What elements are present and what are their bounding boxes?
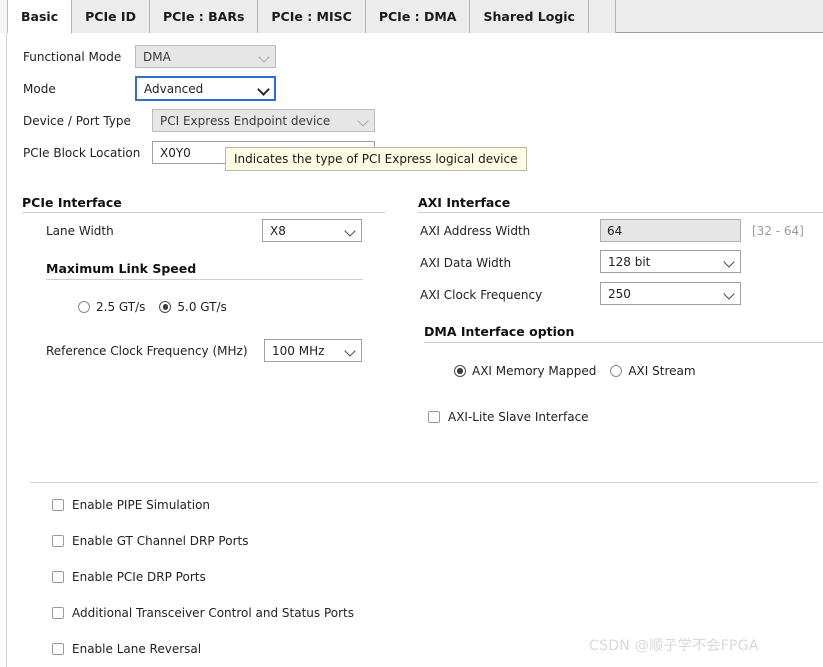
dma-interface-option-title: DMA Interface option (424, 324, 575, 339)
dma-interface-radio-group: AXI Memory Mapped AXI Stream (454, 364, 710, 378)
mode-label: Mode (23, 82, 56, 96)
radio-indicator (454, 365, 466, 377)
chevron-down-icon (258, 50, 271, 63)
checkbox-label: Additional Transceiver Control and Statu… (72, 606, 354, 620)
pcie-interface-title: PCIe Interface (22, 195, 122, 210)
tab-pcie-misc[interactable]: PCIe : MISC (258, 0, 366, 33)
reference-clock-frequency-label: Reference Clock Frequency (MHz) (46, 344, 248, 358)
axi-interface-rule (418, 212, 823, 213)
tab-label: PCIe ID (85, 9, 136, 24)
checkbox-enable-pcie-drp-ports[interactable]: Enable PCIe DRP Ports (52, 570, 206, 584)
tab-bar: Basic PCIe ID PCIe : BARs PCIe : MISC PC… (0, 0, 823, 34)
axi-data-width-dropdown[interactable]: 128 bit (600, 250, 741, 273)
axi-clock-frequency-dropdown[interactable]: 250 (600, 282, 741, 305)
checkbox-indicator (52, 607, 64, 619)
tab-basic[interactable]: Basic (8, 0, 73, 34)
device-port-type-value: PCI Express Endpoint device (160, 113, 331, 128)
reference-clock-frequency-dropdown[interactable]: 100 MHz (264, 339, 362, 362)
radio-axi-memory-mapped[interactable]: AXI Memory Mapped (454, 364, 596, 378)
tab-pcie-bars[interactable]: PCIe : BARs (149, 0, 259, 33)
radio-label: AXI Stream (628, 364, 696, 378)
checkbox-axi-lite-slave-interface[interactable]: AXI-Lite Slave Interface (428, 410, 589, 424)
functional-mode-label: Functional Mode (23, 50, 122, 64)
tab-shared-logic[interactable]: Shared Logic (470, 0, 589, 33)
tab-endcap (588, 0, 616, 33)
radio-link-speed-2-5[interactable]: 2.5 GT/s (78, 300, 145, 314)
functional-mode-dropdown[interactable]: DMA (135, 45, 276, 68)
checkbox-indicator (52, 571, 64, 583)
pcie-block-location-label: PCIe Block Location (23, 146, 141, 160)
tab-label: Shared Logic (483, 9, 575, 24)
radio-link-speed-5-0[interactable]: 5.0 GT/s (159, 300, 227, 314)
reference-clock-frequency-value: 100 MHz (272, 343, 325, 358)
dma-interface-option-rule (424, 342, 823, 343)
axi-address-width-range-hint: [32 - 64] (752, 224, 804, 238)
checkbox-label: AXI-Lite Slave Interface (448, 410, 589, 424)
window-left-edge (0, 33, 7, 667)
tab-label: Basic (21, 9, 59, 24)
mode-value: Advanced (144, 81, 204, 96)
checkbox-enable-gt-channel-drp-ports[interactable]: Enable GT Channel DRP Ports (52, 534, 248, 548)
chevron-down-icon (344, 344, 357, 357)
checkbox-enable-lane-reversal[interactable]: Enable Lane Reversal (52, 642, 201, 656)
max-link-speed-radio-group: 2.5 GT/s 5.0 GT/s (78, 300, 241, 314)
pcie-interface-rule (22, 212, 385, 213)
chevron-down-icon (723, 255, 736, 268)
radio-label: AXI Memory Mapped (472, 364, 597, 378)
axi-address-width-input[interactable]: 64 (600, 219, 741, 242)
chevron-down-icon (723, 287, 736, 300)
checkbox-indicator (52, 535, 64, 547)
functional-mode-value: DMA (143, 49, 171, 64)
chevron-down-icon (257, 82, 270, 95)
mode-dropdown[interactable]: Advanced (135, 76, 276, 101)
tab-label: PCIe : DMA (378, 9, 457, 24)
tab-label: PCIe : BARs (162, 9, 245, 24)
radio-label: 5.0 GT/s (177, 300, 227, 314)
tab-list: Basic PCIe ID PCIe : BARs PCIe : MISC PC… (8, 0, 616, 34)
tab-label: PCIe : MISC (271, 9, 352, 24)
checkbox-indicator (52, 643, 64, 655)
radio-indicator (159, 301, 172, 313)
tooltip: Indicates the type of PCI Express logica… (225, 147, 527, 171)
tab-pcie-dma[interactable]: PCIe : DMA (365, 0, 471, 33)
axi-data-width-value: 128 bit (608, 254, 651, 269)
axi-interface-title: AXI Interface (418, 195, 511, 210)
axi-address-width-value: 64 (607, 223, 623, 238)
radio-axi-stream[interactable]: AXI Stream (610, 364, 696, 378)
checkbox-enable-pipe-simulation[interactable]: Enable PIPE Simulation (52, 498, 210, 512)
chevron-down-icon (357, 114, 370, 127)
bottom-section-divider (30, 482, 818, 483)
radio-label: 2.5 GT/s (96, 300, 146, 314)
lane-width-value: X8 (270, 223, 286, 238)
watermark: CSDN @顺子学不会FPGA (589, 638, 759, 654)
checkbox-label: Enable PIPE Simulation (72, 498, 211, 512)
axi-clock-frequency-label: AXI Clock Frequency (420, 288, 543, 302)
tab-pcie-id[interactable]: PCIe ID (72, 0, 150, 33)
checkbox-label: Enable GT Channel DRP Ports (72, 534, 249, 548)
checkbox-indicator (52, 499, 64, 511)
maximum-link-speed-title: Maximum Link Speed (46, 261, 197, 276)
checkbox-indicator (428, 411, 440, 423)
device-port-type-label: Device / Port Type (23, 114, 131, 128)
axi-clock-frequency-value: 250 (608, 286, 631, 301)
lane-width-label: Lane Width (46, 224, 114, 238)
checkbox-label: Enable Lane Reversal (72, 642, 202, 656)
device-port-type-dropdown[interactable]: PCI Express Endpoint device (152, 109, 375, 132)
axi-address-width-label: AXI Address Width (420, 224, 531, 238)
chevron-down-icon (344, 224, 357, 237)
lane-width-dropdown[interactable]: X8 (262, 219, 362, 242)
checkbox-label: Enable PCIe DRP Ports (72, 570, 206, 584)
radio-indicator (78, 301, 90, 313)
checkbox-additional-transceiver-control-and-status-ports[interactable]: Additional Transceiver Control and Statu… (52, 606, 354, 620)
maximum-link-speed-rule (46, 279, 363, 280)
axi-data-width-label: AXI Data Width (420, 256, 512, 270)
radio-indicator (610, 365, 623, 377)
